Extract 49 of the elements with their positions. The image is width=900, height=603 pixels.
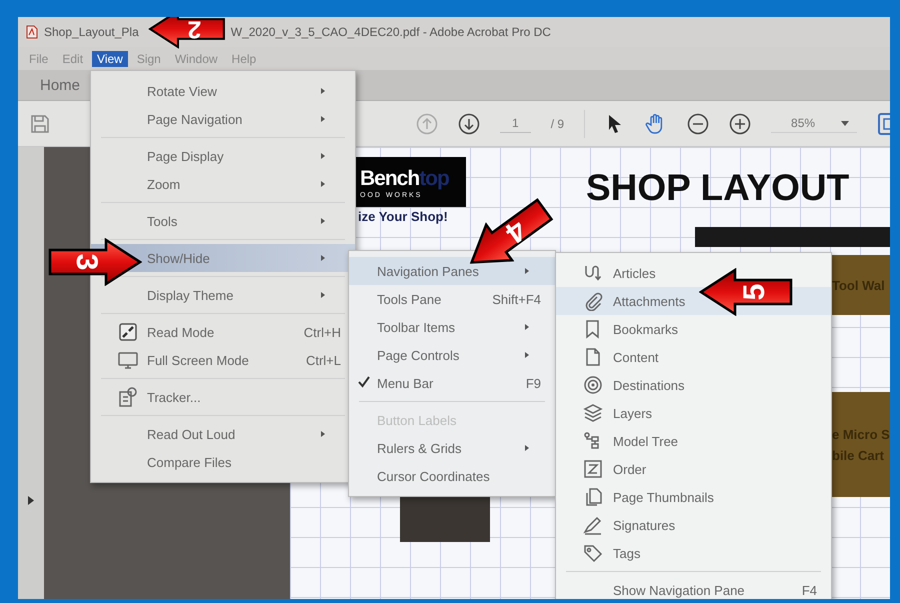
menu-item[interactable]: Page Controls (349, 341, 555, 369)
caret-icon (841, 120, 850, 126)
menu-item[interactable]: Toolbar Items (349, 313, 555, 341)
tag-icon (583, 543, 603, 563)
menu-item[interactable]: Page Navigation (91, 105, 355, 133)
zigzag-icon (583, 459, 603, 479)
menu-item[interactable]: Tools (91, 207, 355, 235)
menu-item[interactable]: Navigation Panes (349, 257, 555, 285)
target-icon (583, 375, 603, 395)
menu-item[interactable]: Zoom (91, 170, 355, 198)
callout-number: 4 (498, 212, 534, 252)
menu-item[interactable]: Page Display (91, 142, 355, 170)
menu-item[interactable]: Model Tree (556, 427, 831, 455)
menu-item[interactable]: Destinations (556, 371, 831, 399)
page-count: / 9 (550, 116, 564, 130)
menu-item[interactable]: Rotate View (91, 77, 355, 105)
menu-item[interactable]: Page Thumbnails (556, 483, 831, 511)
tagline: ize Your Shop! (358, 209, 448, 224)
menu-item[interactable]: Layers (556, 399, 831, 427)
window-title: Shop_Layout_Pla (44, 25, 139, 39)
callout-number: 2 (186, 17, 202, 45)
zoom-dropdown[interactable]: 85% (771, 114, 858, 133)
menu-item[interactable]: Show Navigation Pane F4 (556, 576, 831, 599)
page-number-field[interactable]: 1 (500, 114, 531, 133)
zoom-in-icon[interactable] (729, 112, 752, 134)
monitor-icon (118, 350, 138, 370)
paperclip-icon (583, 291, 603, 311)
window-title: W_2020_v_3_5_CAO_4DEC20.pdf - Adobe Acrobat Pro DC (230, 25, 551, 39)
menu-bar-item[interactable]: View (92, 50, 128, 66)
menu-item[interactable]: Menu Bar F9 (349, 369, 555, 397)
pen-icon (583, 515, 603, 535)
document-clock-icon (118, 387, 138, 407)
menu-item[interactable]: Content (556, 343, 831, 371)
menu-item[interactable]: Tools Pane Shift+F4 (349, 285, 555, 313)
menu-item[interactable]: Bookmarks (556, 315, 831, 343)
hook-arrow-icon (583, 263, 603, 283)
menu-item[interactable]: Rulers & Grids (349, 434, 555, 462)
pdf-file-icon (26, 25, 38, 39)
menu-item[interactable]: Order (556, 455, 831, 483)
expand-icon (118, 322, 138, 342)
menu-item[interactable]: Cursor Coordinates (349, 462, 555, 490)
down-arrow-circle-icon[interactable] (458, 112, 480, 134)
menu-item[interactable]: Tags (556, 539, 831, 567)
logo-text: Benchtop (360, 166, 450, 192)
page-heading: SHOP LAYOUT (586, 167, 850, 209)
expand-triangle-icon[interactable] (28, 496, 34, 505)
zoom-out-icon[interactable] (687, 112, 710, 134)
layers-icon (583, 403, 603, 423)
menu-item[interactable]: Signatures (556, 511, 831, 539)
